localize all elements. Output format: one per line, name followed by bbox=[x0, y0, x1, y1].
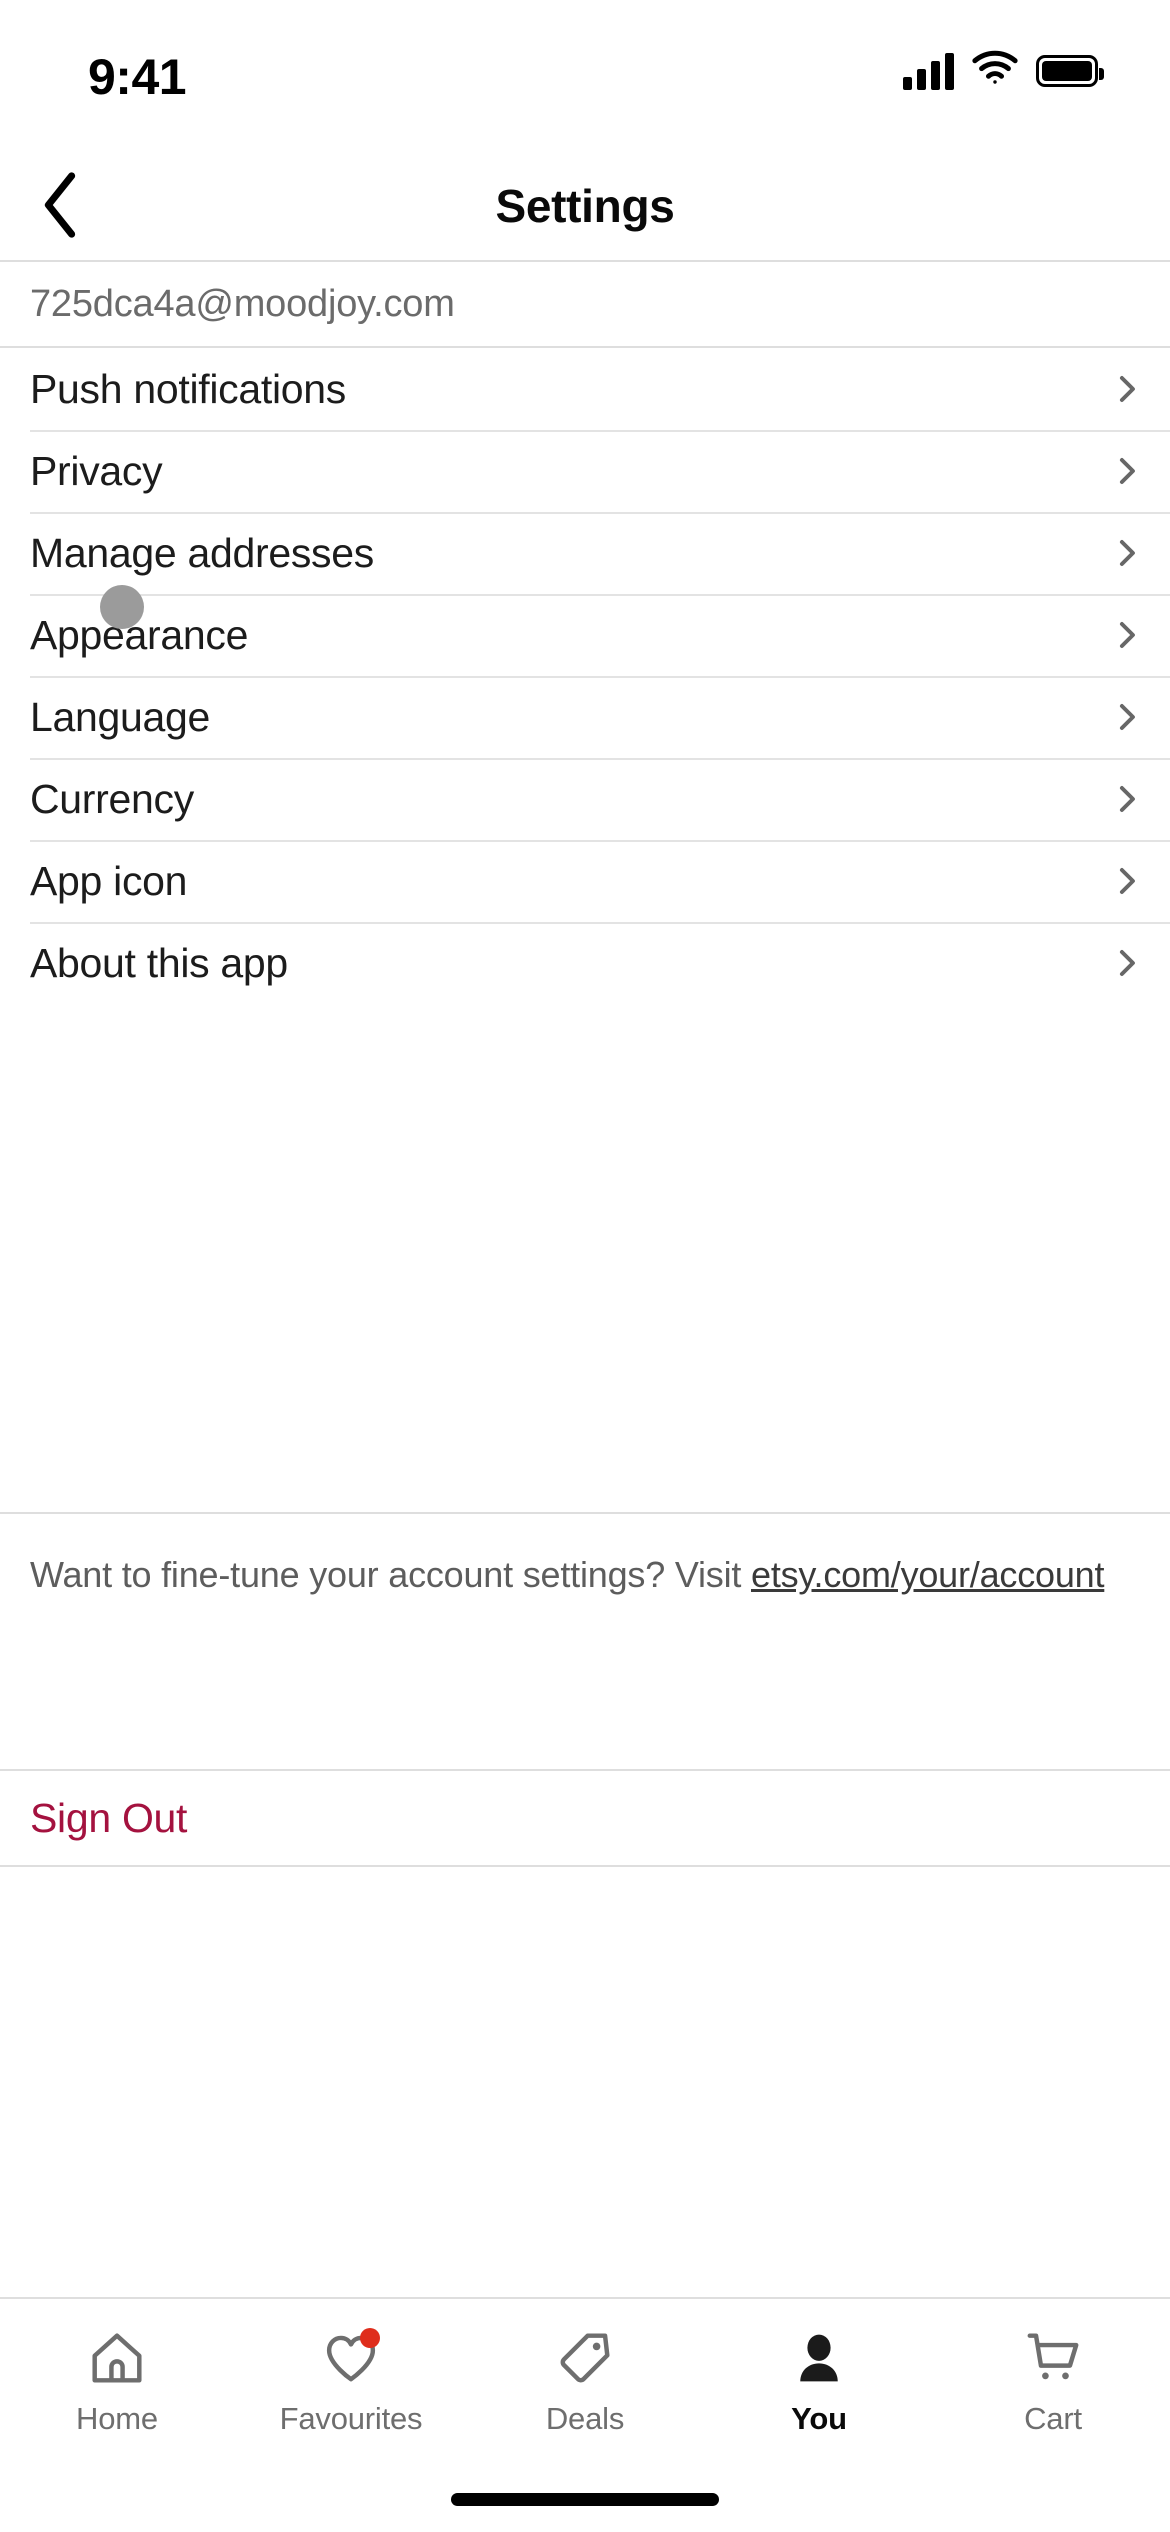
settings-row-about-this-app[interactable]: About this app bbox=[0, 922, 1170, 1004]
account-settings-note-text: Want to fine-tune your account settings?… bbox=[30, 1554, 751, 1595]
chevron-right-icon bbox=[1110, 782, 1144, 816]
settings-row-label: Language bbox=[30, 693, 211, 740]
sign-out-button[interactable]: Sign Out bbox=[0, 1769, 1170, 1867]
settings-row-label: About this app bbox=[30, 939, 288, 986]
settings-row-push-notifications[interactable]: Push notifications bbox=[0, 348, 1170, 430]
tab-label: Home bbox=[76, 2401, 158, 2436]
home-icon bbox=[86, 2327, 148, 2389]
page-title: Settings bbox=[495, 180, 675, 232]
wifi-icon bbox=[972, 50, 1018, 91]
favourites-badge bbox=[360, 2328, 380, 2348]
cart-icon bbox=[1022, 2327, 1084, 2389]
tab-cart[interactable]: Cart bbox=[936, 2327, 1170, 2437]
account-settings-note: Want to fine-tune your account settings?… bbox=[0, 1512, 1170, 1684]
etsy-account-link[interactable]: etsy.com/your/account bbox=[751, 1554, 1104, 1595]
chevron-right-icon bbox=[1110, 454, 1144, 488]
account-email-row: 725dca4a@moodjoy.com bbox=[0, 262, 1170, 348]
settings-row-label: Appearance bbox=[30, 611, 249, 658]
tab-deals[interactable]: Deals bbox=[468, 2327, 702, 2437]
status-bar-time: 9:41 bbox=[88, 49, 187, 105]
settings-row-app-icon[interactable]: App icon bbox=[0, 840, 1170, 922]
settings-row-label: App icon bbox=[30, 857, 188, 904]
settings-row-label: Currency bbox=[30, 775, 194, 822]
settings-row-label: Push notifications bbox=[30, 365, 346, 412]
tab-label: Cart bbox=[1024, 2401, 1082, 2436]
status-bar-indicators bbox=[903, 50, 1104, 91]
settings-row-manage-addresses[interactable]: Manage addresses bbox=[0, 512, 1170, 594]
tab-you[interactable]: You bbox=[702, 2327, 936, 2437]
sign-out-label: Sign Out bbox=[30, 1794, 188, 1841]
settings-row-currency[interactable]: Currency bbox=[0, 758, 1170, 840]
person-icon bbox=[788, 2327, 850, 2389]
chevron-right-icon bbox=[1110, 864, 1144, 898]
home-indicator bbox=[451, 2493, 719, 2506]
settings-row-language[interactable]: Language bbox=[0, 676, 1170, 758]
settings-row-label: Manage addresses bbox=[30, 529, 374, 576]
settings-screen: 9:41 Settings 725dca4a@moodjoy.com Push … bbox=[0, 0, 1170, 2532]
chevron-left-icon bbox=[38, 170, 82, 243]
chevron-right-icon bbox=[1110, 946, 1144, 980]
tab-label: Favourites bbox=[279, 2401, 423, 2436]
back-button[interactable] bbox=[10, 150, 110, 262]
chevron-right-icon bbox=[1110, 536, 1144, 570]
tab-label: Deals bbox=[545, 2401, 625, 2436]
chevron-right-icon bbox=[1110, 618, 1144, 652]
chevron-right-icon bbox=[1110, 372, 1144, 406]
heart-icon bbox=[320, 2327, 382, 2389]
tab-label: You bbox=[791, 2401, 847, 2436]
status-bar: 9:41 bbox=[0, 0, 1170, 150]
cellular-signal-icon bbox=[903, 52, 954, 90]
tag-icon bbox=[554, 2327, 616, 2389]
settings-row-privacy[interactable]: Privacy bbox=[0, 430, 1170, 512]
navigation-bar: Settings bbox=[0, 150, 1170, 262]
battery-icon bbox=[1036, 54, 1104, 87]
tab-favourites[interactable]: Favourites bbox=[234, 2327, 468, 2437]
settings-list: Push notifications Privacy Manage addres… bbox=[0, 348, 1170, 1004]
settings-row-appearance[interactable]: Appearance bbox=[0, 594, 1170, 676]
settings-row-label: Privacy bbox=[30, 447, 163, 494]
tab-home[interactable]: Home bbox=[0, 2327, 234, 2437]
account-email: 725dca4a@moodjoy.com bbox=[30, 282, 455, 325]
chevron-right-icon bbox=[1110, 700, 1144, 734]
